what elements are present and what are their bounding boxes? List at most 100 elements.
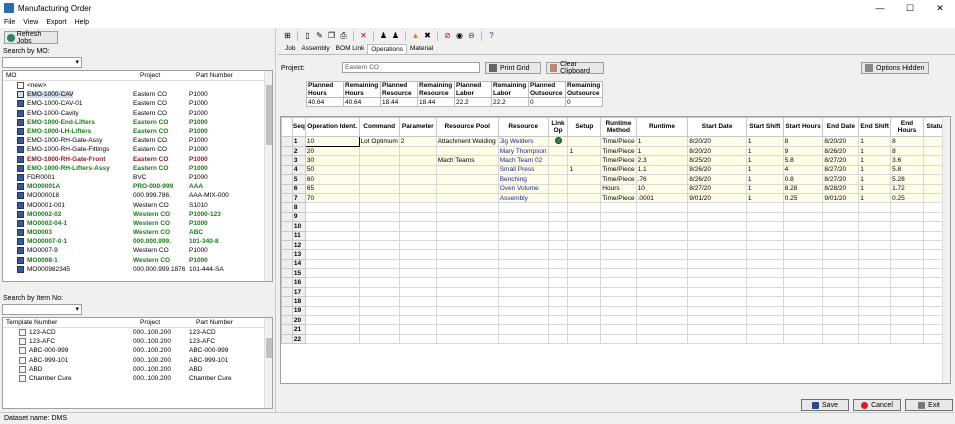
project-field[interactable]: Eastern CO (342, 62, 480, 73)
grid-cell[interactable] (567, 136, 602, 147)
row-seq[interactable]: 3 (291, 155, 306, 166)
grid-cell[interactable] (858, 211, 892, 223)
tab-assembly[interactable]: Assembly (298, 44, 332, 54)
grid-header[interactable]: Parameter (398, 117, 437, 137)
grid-cell[interactable] (600, 268, 637, 279)
grid-cell[interactable] (782, 258, 824, 270)
grid-cell[interactable]: .0001 (635, 192, 689, 204)
grid-cell[interactable]: Hours (600, 183, 637, 194)
link-op-icon[interactable] (554, 137, 562, 144)
grid-cell[interactable] (398, 145, 437, 157)
template-list[interactable]: Template Number Project Part Number 123-… (2, 317, 273, 409)
grid-cell[interactable] (358, 211, 400, 223)
grid-cell[interactable] (358, 268, 400, 279)
grid-cell[interactable] (435, 239, 499, 251)
grid-cell[interactable] (435, 202, 499, 213)
grid-cell[interactable] (600, 305, 637, 317)
grid-cell[interactable]: 4 (782, 164, 824, 176)
row-marker[interactable] (281, 221, 293, 232)
grid-cell[interactable]: 8/20/20 (687, 136, 747, 147)
grid-cell[interactable] (822, 258, 860, 270)
template-list-scrollbar[interactable] (264, 318, 272, 408)
grid-cell[interactable] (547, 296, 569, 307)
grid-header[interactable]: Start Hours (782, 117, 824, 137)
grid-cell[interactable]: 9 (782, 145, 824, 157)
grid-cell[interactable] (687, 286, 747, 298)
grid-cell[interactable]: 8/25/20 (687, 155, 747, 166)
table-row[interactable]: 19 (281, 305, 950, 317)
grid-cell[interactable]: 1 (858, 192, 892, 204)
grid-cell[interactable]: 8/27/20 (822, 155, 860, 166)
row-marker[interactable] (281, 324, 293, 335)
table-row[interactable]: 11 (281, 230, 950, 241)
mo-list-item[interactable]: EMO-1000-RH-Gate-Assy Eastern CO P1000 (3, 136, 272, 145)
grid-cell[interactable]: 1 (858, 145, 892, 157)
row-marker[interactable] (281, 315, 293, 326)
mo-list-item[interactable]: MO0003 Western CO ABC (3, 228, 272, 237)
grid-header[interactable]: Runtime Method (600, 117, 637, 137)
grid-cell[interactable] (822, 230, 860, 241)
grid-cell[interactable] (435, 221, 499, 232)
cancel-button[interactable]: Cancel (853, 399, 901, 411)
grid-cell[interactable] (890, 258, 924, 270)
mo-header-mo[interactable]: MO (3, 71, 137, 80)
grid-cell[interactable] (567, 211, 602, 223)
grid-cell[interactable] (435, 277, 499, 288)
grid-cell[interactable] (567, 174, 602, 185)
row-seq[interactable]: 1 (291, 136, 306, 147)
grid-cell[interactable] (822, 324, 860, 335)
grid-cell[interactable] (547, 239, 569, 251)
grid-cell[interactable] (822, 239, 860, 251)
grid-cell[interactable] (304, 239, 360, 251)
grid-cell[interactable] (822, 268, 860, 279)
grid-cell[interactable] (497, 296, 549, 307)
tab-operations[interactable]: Operations (367, 44, 408, 54)
grid-cell[interactable]: 65 (304, 183, 360, 194)
grid-cell[interactable]: 60 (304, 174, 360, 185)
grid-cell[interactable] (635, 277, 689, 288)
print-icon[interactable]: ⎙ (338, 30, 349, 41)
grid-cell[interactable]: 30 (304, 155, 360, 166)
grid-cell[interactable] (547, 211, 569, 223)
grid-cell[interactable] (822, 277, 860, 288)
mo-list-item[interactable]: EMO-1000-RH-Gate-Front Eastern CO P1000 (3, 155, 272, 164)
row-marker[interactable] (281, 296, 293, 307)
grid-cell[interactable]: 1 (858, 183, 892, 194)
grid-cell[interactable] (782, 315, 824, 326)
row-marker[interactable] (281, 230, 293, 241)
grid-cell[interactable] (890, 268, 924, 279)
grid-cell[interactable] (890, 333, 924, 345)
clear-warning-icon[interactable]: ✖ (422, 30, 433, 41)
grid-cell[interactable] (782, 324, 824, 335)
table-row[interactable]: 3 30 Mach Teams Mach Team 02 Time/Piece 2.3 8/… (281, 155, 950, 166)
grid-cell[interactable] (547, 268, 569, 279)
template-list-item[interactable]: 123-AFC 000..100.200 123-AFC (3, 337, 272, 346)
grid-cell[interactable] (782, 268, 824, 279)
grid-cell[interactable] (890, 221, 924, 232)
grid-cell[interactable] (635, 286, 689, 298)
grid-cell[interactable] (687, 239, 747, 251)
search-item-combo[interactable]: ▾ (2, 304, 82, 315)
grid-cell[interactable] (687, 249, 747, 260)
grid-cell[interactable] (358, 202, 400, 213)
grid-cell[interactable] (687, 333, 747, 345)
table-row[interactable]: 20 (281, 315, 950, 326)
grid-cell[interactable]: 1 (858, 164, 892, 176)
grid-cell[interactable] (398, 221, 437, 232)
grid-cell[interactable] (358, 286, 400, 298)
menu-file[interactable]: File (4, 19, 15, 26)
grid-cell[interactable] (858, 324, 892, 335)
grid-cell[interactable]: 1 (745, 145, 784, 157)
grid-cell[interactable] (782, 305, 824, 317)
grid-header[interactable]: Operation Ident. (304, 117, 360, 137)
row-seq[interactable]: 6 (291, 183, 306, 194)
table-row[interactable]: 12 (281, 239, 950, 251)
minimize-button[interactable]: — (865, 0, 895, 16)
grid-cell[interactable] (635, 239, 689, 251)
grid-cell[interactable]: 0.25 (890, 192, 924, 204)
grid-cell[interactable] (635, 211, 689, 223)
schedule-icon[interactable]: ◉ (454, 30, 465, 41)
insert-row-icon[interactable]: ⊞ (282, 30, 293, 41)
grid-cell[interactable] (858, 230, 892, 241)
grid-cell[interactable] (497, 239, 549, 251)
